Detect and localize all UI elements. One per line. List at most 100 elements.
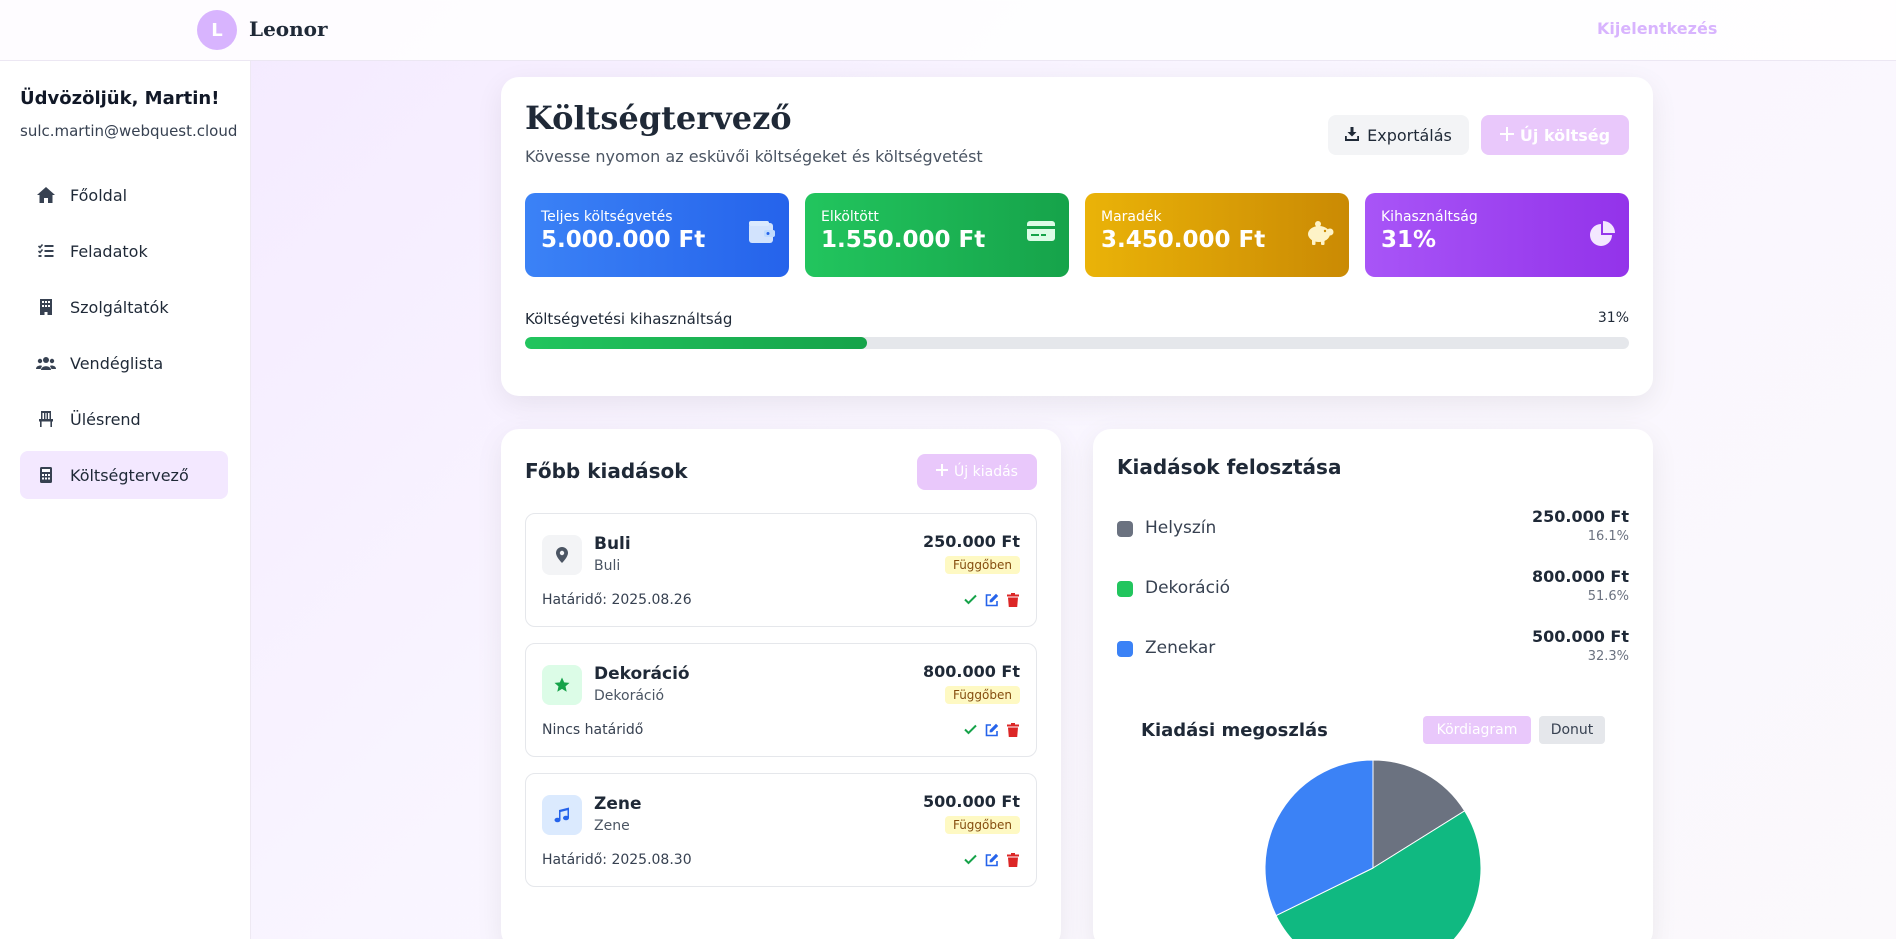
distribution-amount: 800.000 Ft	[1531, 567, 1629, 586]
delete-icon[interactable]	[1005, 722, 1020, 737]
check-icon[interactable]	[963, 852, 978, 867]
expense-distribution-card: Kiadások felosztása Helyszín 250.000 Ft …	[1093, 429, 1653, 939]
user-email: sulc.martin@webquest.cloud	[20, 122, 238, 140]
sidebar-item-label: Ülésrend	[70, 409, 141, 429]
users-icon	[34, 353, 58, 373]
distribution-row: Helyszín 250.000 Ft 16.1%	[1117, 505, 1629, 553]
page-subtitle: Kövesse nyomon az esküvői költségeket és…	[525, 147, 983, 166]
pie-chart	[1265, 760, 1481, 939]
sidebar-item-label: Feladatok	[70, 241, 148, 261]
budget-overview-card: Költségtervező Kövesse nyomon az esküvői…	[501, 77, 1653, 396]
tasks-icon	[34, 241, 58, 261]
tab-donut-chart[interactable]: Donut	[1539, 716, 1605, 744]
distribution-percent: 51.6%	[1587, 589, 1629, 604]
distribution-name: Zenekar	[1145, 638, 1216, 658]
expense-item[interactable]: Dekoráció Dekoráció 800.000 Ft Függőben …	[525, 643, 1037, 757]
section-title: Főbb kiadások	[525, 459, 688, 483]
expense-actions	[963, 722, 1020, 737]
expense-item[interactable]: Buli Buli 250.000 Ft Függőben Határidő: …	[525, 513, 1037, 627]
wallet-icon	[749, 221, 775, 247]
new-cost-label: Új költség	[1519, 125, 1611, 145]
expense-name: Zene	[594, 794, 642, 814]
logo-avatar[interactable]: L	[197, 10, 237, 50]
expense-actions	[963, 852, 1020, 867]
sidebar-item-label: Főoldal	[70, 185, 128, 205]
edit-icon[interactable]	[984, 722, 999, 737]
new-expense-label: Új kiadás	[954, 464, 1018, 480]
expense-item[interactable]: Zene Zene 500.000 Ft Függőben Határidő: …	[525, 773, 1037, 887]
app-name[interactable]: Leonor	[249, 17, 328, 41]
page-title: Költségtervező	[525, 99, 792, 137]
sidebar-item-budget[interactable]: Költségtervező	[20, 451, 228, 499]
expense-name: Dekoráció	[594, 664, 690, 684]
utilization-progress-bar	[525, 337, 1629, 349]
star-icon	[542, 665, 582, 705]
expense-amount: 800.000 Ft	[922, 662, 1020, 681]
expense-due-date: Határidő: 2025.08.26	[542, 592, 692, 608]
utilization-label: Költségvetési kihasználtság	[525, 310, 733, 328]
sidebar-nav: Főoldal Feladatok Szolgáltatók Vendéglis…	[20, 171, 228, 507]
music-icon	[542, 795, 582, 835]
sidebar-item-guestlist[interactable]: Vendéglista	[20, 339, 228, 387]
stat-value: 3.450.000 Ft	[1101, 227, 1266, 253]
distribution-name: Helyszín	[1145, 518, 1217, 538]
edit-icon[interactable]	[984, 592, 999, 607]
status-badge: Függőben	[944, 686, 1020, 704]
stat-label: Kihasználtság	[1381, 209, 1478, 225]
credit-card-icon	[1027, 221, 1055, 245]
stat-value: 5.000.000 Ft	[541, 227, 706, 253]
stat-value: 1.550.000 Ft	[821, 227, 986, 253]
sidebar-item-tasks[interactable]: Feladatok	[20, 227, 228, 275]
expense-name: Buli	[594, 534, 631, 554]
legend-swatch	[1117, 641, 1133, 657]
stat-total-budget: Teljes költségvetés 5.000.000 Ft	[525, 193, 789, 277]
home-icon	[34, 185, 58, 205]
tab-pie-chart[interactable]: Kördiagram	[1423, 716, 1531, 744]
export-button[interactable]: Exportálás	[1328, 115, 1469, 155]
stat-remaining: Maradék 3.450.000 Ft	[1085, 193, 1349, 277]
distribution-amount: 500.000 Ft	[1531, 627, 1629, 646]
distribution-name: Dekoráció	[1145, 578, 1231, 598]
sidebar-item-label: Vendéglista	[70, 353, 164, 373]
logout-link[interactable]: Kijelentkezés	[1597, 19, 1717, 38]
sidebar-item-seating[interactable]: Ülésrend	[20, 395, 228, 443]
expense-amount: 250.000 Ft	[922, 532, 1020, 551]
expense-amount: 500.000 Ft	[922, 792, 1020, 811]
section-title: Kiadások felosztása	[1117, 455, 1342, 479]
chart-title: Kiadási megoszlás	[1141, 720, 1328, 741]
legend-swatch	[1117, 521, 1133, 537]
pie-chart-icon	[1589, 221, 1615, 251]
legend-swatch	[1117, 581, 1133, 597]
download-icon	[1345, 126, 1360, 145]
new-expense-button[interactable]: Új kiadás	[917, 454, 1037, 490]
map-pin-icon	[542, 535, 582, 575]
expense-category: Dekoráció	[594, 688, 665, 704]
new-cost-button[interactable]: Új költség	[1481, 115, 1629, 155]
chair-icon	[34, 409, 58, 429]
calculator-icon	[34, 465, 58, 485]
sidebar: Üdvözöljük, Martin! sulc.martin@webquest…	[0, 61, 251, 939]
distribution-amount: 250.000 Ft	[1531, 507, 1629, 526]
plus-icon	[1499, 126, 1514, 145]
stat-utilization: Kihasználtság 31%	[1365, 193, 1629, 277]
expense-due-date: Határidő: 2025.08.30	[542, 852, 692, 868]
stat-label: Maradék	[1101, 209, 1162, 225]
distribution-percent: 16.1%	[1587, 529, 1629, 544]
expense-actions	[963, 592, 1020, 607]
check-icon[interactable]	[963, 592, 978, 607]
main-expenses-card: Főbb kiadások Új kiadás Buli Buli 250.00…	[501, 429, 1061, 939]
expense-category: Buli	[594, 558, 621, 574]
delete-icon[interactable]	[1005, 852, 1020, 867]
edit-icon[interactable]	[984, 852, 999, 867]
welcome-text: Üdvözöljük, Martin!	[20, 88, 220, 109]
piggy-bank-icon	[1305, 221, 1335, 249]
check-icon[interactable]	[963, 722, 978, 737]
delete-icon[interactable]	[1005, 592, 1020, 607]
expense-category: Zene	[594, 818, 630, 834]
sidebar-item-vendors[interactable]: Szolgáltatók	[20, 283, 228, 331]
export-label: Exportálás	[1367, 125, 1452, 145]
building-icon	[34, 297, 58, 317]
sidebar-item-label: Költségtervező	[70, 465, 189, 485]
sidebar-item-home[interactable]: Főoldal	[20, 171, 228, 219]
utilization-percent: 31%	[1597, 310, 1629, 326]
